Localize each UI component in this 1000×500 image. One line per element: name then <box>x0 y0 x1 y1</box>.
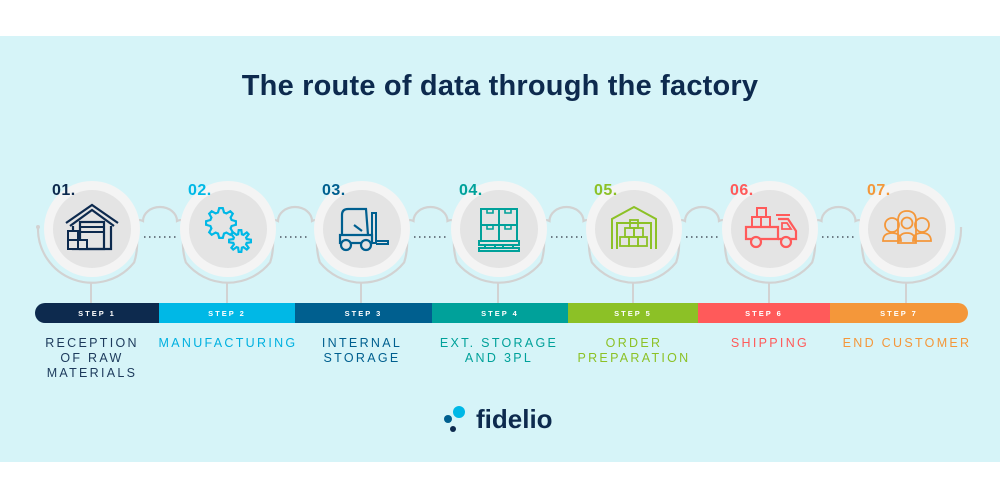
step-bar-label: STEP 1 <box>78 308 116 318</box>
step-number: 04. <box>459 182 483 199</box>
step-number: 07. <box>867 182 891 199</box>
step-label: END CUSTOMER <box>842 336 972 350</box>
step-label: INTERNAL STORAGE <box>321 336 403 365</box>
step-circle-inner <box>323 190 401 268</box>
step-bar-segment: STEP 6 <box>698 303 830 323</box>
step-number: 03. <box>322 182 346 199</box>
step-bar-segment: STEP 4 <box>432 303 568 323</box>
step-bar-label: STEP 5 <box>614 308 652 318</box>
step-bar-segment: STEP 2 <box>159 303 295 323</box>
wave-start-dot <box>36 225 40 229</box>
fidelio-logo: fidelio <box>442 404 553 435</box>
step-bar-segment: STEP 7 <box>830 303 968 323</box>
step-bar-label: STEP 4 <box>481 308 519 318</box>
step-circle-inner <box>53 190 131 268</box>
step-bar-segment: STEP 3 <box>295 303 432 323</box>
step-bar-label: STEP 6 <box>745 308 783 318</box>
step-number: 01. <box>52 182 76 199</box>
step-bar-label: STEP 7 <box>880 308 918 318</box>
stem-lines <box>90 283 907 303</box>
step-circle-inner <box>189 190 267 268</box>
step-number: 05. <box>594 182 618 199</box>
step-bar-segment: STEP 5 <box>568 303 698 323</box>
step-label: SHIPPING <box>730 336 810 350</box>
step-number: 06. <box>730 182 754 199</box>
step-circle-inner <box>731 190 809 268</box>
fidelio-dots-logo-icon <box>444 405 465 432</box>
step-bar-segment: STEP 1 <box>35 303 159 323</box>
step-bar-label: STEP 3 <box>344 308 383 318</box>
step-bar-label: STEP 2 <box>208 308 246 318</box>
logo-text: fidelio <box>476 404 553 434</box>
step-number: 02. <box>188 182 212 199</box>
